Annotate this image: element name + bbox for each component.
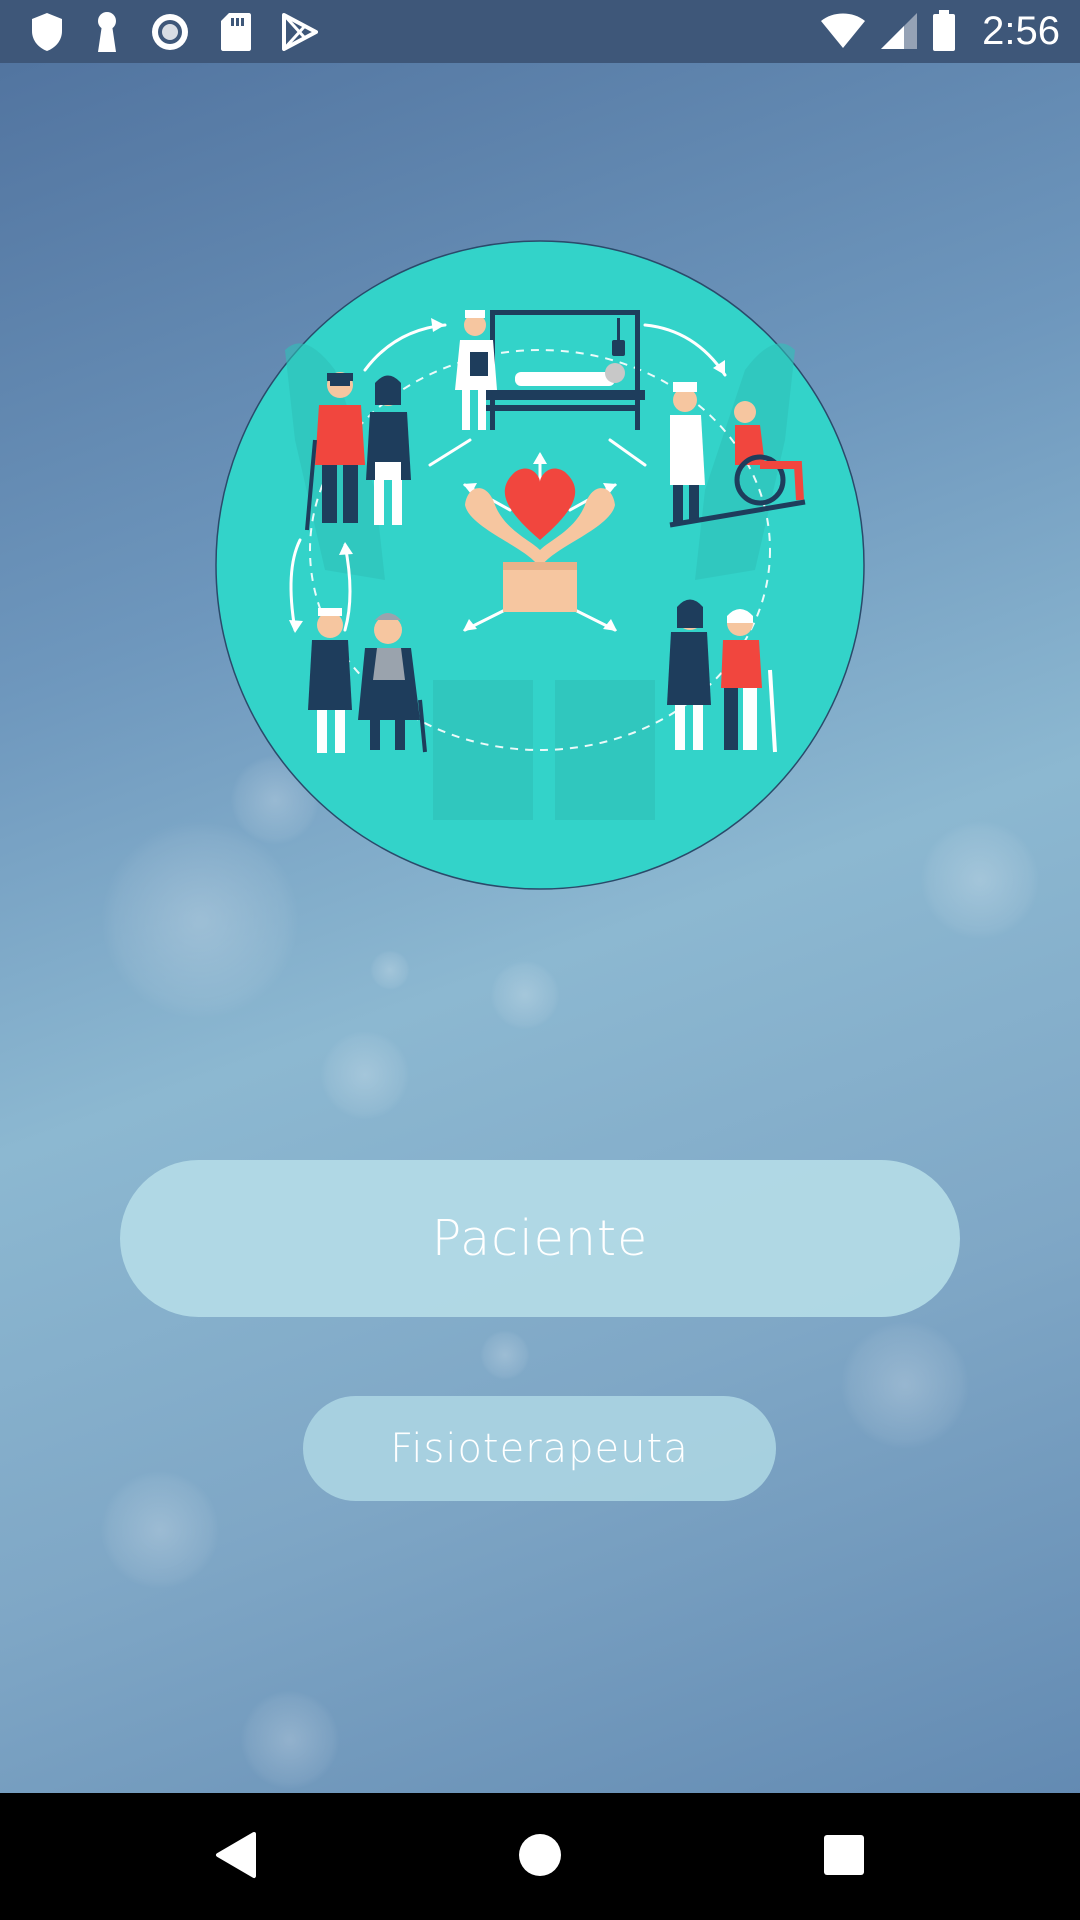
play-store-icon [282, 13, 318, 51]
navigation-bar [0, 1793, 1080, 1920]
bokeh-light [490, 960, 560, 1030]
bokeh-light [240, 1690, 340, 1790]
signal-icon [880, 12, 918, 50]
home-icon [518, 1833, 562, 1881]
paciente-button[interactable]: Paciente [120, 1160, 960, 1317]
status-bar: 2:56 [0, 0, 1080, 63]
notification-icons [30, 10, 318, 54]
shield-icon [30, 12, 64, 52]
recents-button[interactable] [744, 1793, 944, 1920]
recents-icon [823, 1834, 865, 1880]
app-screen: 2:56 Paciente Fisioterapeuta [0, 0, 1080, 1920]
bokeh-light [320, 1030, 410, 1120]
back-icon [214, 1831, 258, 1883]
battery-icon [932, 10, 956, 52]
record-icon [150, 12, 190, 52]
sd-card-icon [220, 12, 252, 52]
wifi-icon [820, 13, 866, 49]
fisioterapeuta-button[interactable]: Fisioterapeuta [303, 1396, 776, 1501]
bokeh-light [370, 950, 410, 990]
clock-time: 2:56 [982, 8, 1060, 53]
keyhole-icon [94, 11, 120, 53]
system-icons: 2:56 [820, 8, 1060, 54]
bokeh-light [480, 1330, 530, 1380]
back-button[interactable] [136, 1793, 336, 1920]
home-button[interactable] [440, 1793, 640, 1920]
bokeh-light [100, 1470, 220, 1590]
healthcare-circle-illustration [215, 240, 865, 890]
bokeh-light [840, 1320, 970, 1450]
bokeh-light [920, 820, 1040, 940]
